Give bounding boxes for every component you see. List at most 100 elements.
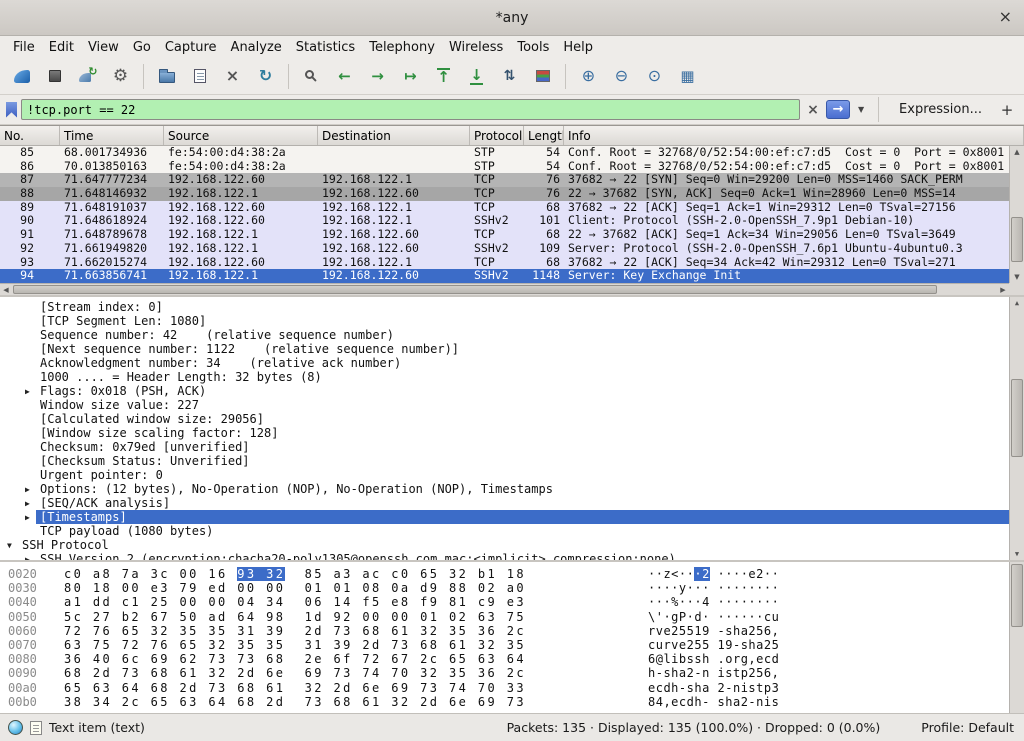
packet-row-94[interactable]: 9471.663856741192.168.122.1192.168.122.6… [0, 269, 1009, 283]
go-first-packet-button[interactable]: ↑ [428, 62, 459, 91]
menu-item-statistics[interactable]: Statistics [289, 38, 362, 57]
detail-line[interactable]: ▼SSH Protocol [0, 538, 1009, 552]
detail-line[interactable]: 1000 .... = Header Length: 32 bytes (8) [0, 370, 1009, 384]
detail-line[interactable]: [Stream index: 0] [0, 300, 1009, 314]
packet-row-93[interactable]: 9371.662015274192.168.122.60192.168.122.… [0, 256, 1009, 270]
menu-item-go[interactable]: Go [126, 38, 158, 57]
hex-line-0020[interactable]: 0020c0 a8 7a 3c 00 16 93 32 85 a3 ac c0 … [0, 567, 1009, 581]
auto-scroll-button[interactable]: ⇅ [494, 62, 525, 91]
restart-capture-button[interactable] [72, 62, 103, 91]
detail-line[interactable]: Urgent pointer: 0 [0, 468, 1009, 482]
display-filter-input[interactable]: !tcp.port == 22 [21, 99, 800, 120]
scroll-up-arrow-icon[interactable] [1010, 297, 1024, 309]
scroll-down-arrow-icon[interactable] [1010, 548, 1024, 560]
column-header-length[interactable]: Length [524, 126, 564, 145]
expander-closed-icon[interactable]: ▶ [25, 385, 30, 399]
column-header-source[interactable]: Source [164, 126, 318, 145]
detail-line[interactable]: Checksum: 0x79ed [unverified] [0, 440, 1009, 454]
menu-item-file[interactable]: File [6, 38, 42, 57]
packet-row-92[interactable]: 9271.661949820192.168.122.1192.168.122.6… [0, 242, 1009, 256]
clear-filter-button[interactable]: × [804, 101, 822, 119]
hex-line-00a0[interactable]: 00a065 63 64 68 2d 73 68 61 32 2d 6e 69 … [0, 681, 1009, 695]
packet-list-vscrollbar[interactable] [1009, 146, 1024, 283]
zoom-out-button[interactable]: ⊖ [606, 62, 637, 91]
column-header-no[interactable]: No. [0, 126, 60, 145]
hex-line-0090[interactable]: 009068 2d 73 68 61 32 2d 6e 69 73 74 70 … [0, 666, 1009, 680]
close-capture-file-button[interactable]: × [217, 62, 248, 91]
packet-row-91[interactable]: 9171.648789678192.168.122.1192.168.122.6… [0, 228, 1009, 242]
menu-item-capture[interactable]: Capture [158, 38, 224, 57]
detail-line[interactable]: [Window size scaling factor: 128] [0, 426, 1009, 440]
hex-line-0030[interactable]: 003080 18 00 e3 79 ed 00 00 01 01 08 0a … [0, 581, 1009, 595]
expression-button[interactable]: Expression... [889, 102, 992, 117]
detail-line[interactable]: [Checksum Status: Unverified] [0, 454, 1009, 468]
packet-row-89[interactable]: 8971.648191037192.168.122.60192.168.122.… [0, 201, 1009, 215]
capture-comment-icon[interactable] [30, 721, 42, 735]
start-capture-button[interactable] [6, 62, 37, 91]
apply-filter-button[interactable]: → [826, 100, 850, 119]
expander-open-icon[interactable]: ▼ [7, 539, 12, 553]
menu-item-edit[interactable]: Edit [42, 38, 81, 57]
detail-line[interactable]: ▶[Timestamps] [0, 510, 1009, 524]
packet-row-88[interactable]: 8871.648146932192.168.122.1192.168.122.6… [0, 187, 1009, 201]
hex-line-0070[interactable]: 007063 75 72 76 65 32 35 35 31 39 2d 73 … [0, 638, 1009, 652]
save-capture-file-button[interactable] [184, 62, 215, 91]
filter-bookmark-icon[interactable] [6, 102, 17, 118]
hscroll-thumb[interactable] [13, 285, 937, 294]
open-capture-file-button[interactable] [151, 62, 182, 91]
expander-closed-icon[interactable]: ▶ [25, 511, 30, 525]
packet-row-90[interactable]: 9071.648618924192.168.122.60192.168.122.… [0, 214, 1009, 228]
detail-line[interactable]: Sequence number: 42 (relative sequence n… [0, 328, 1009, 342]
find-packet-button[interactable] [296, 62, 327, 91]
zoom-original-button[interactable]: ⊙ [639, 62, 670, 91]
menu-item-analyze[interactable]: Analyze [224, 38, 289, 57]
expander-closed-icon[interactable]: ▶ [25, 553, 30, 560]
capture-options-button[interactable]: ⚙ [105, 62, 136, 91]
packet-list-hscrollbar[interactable] [0, 283, 1009, 295]
menu-item-telephony[interactable]: Telephony [362, 38, 442, 57]
detail-line[interactable]: TCP payload (1080 bytes) [0, 524, 1009, 538]
hex-line-0040[interactable]: 0040a1 dd c1 25 00 00 04 34 06 14 f5 e8 … [0, 595, 1009, 609]
hex-line-0060[interactable]: 006072 76 65 32 35 35 31 39 2d 73 68 61 … [0, 624, 1009, 638]
vscroll-thumb[interactable] [1011, 217, 1023, 262]
reload-capture-file-button[interactable]: ↻ [250, 62, 281, 91]
column-header-protocol[interactable]: Protocol [470, 126, 524, 145]
colorize-packets-button[interactable] [527, 62, 558, 91]
hex-line-0080[interactable]: 008036 40 6c 69 62 73 73 68 2e 6f 72 67 … [0, 652, 1009, 666]
close-window-button[interactable]: × [999, 8, 1012, 26]
details-vscroll-thumb[interactable] [1011, 379, 1023, 458]
hex-line-0050[interactable]: 00505c 27 b2 67 50 ad 64 98 1d 92 00 00 … [0, 610, 1009, 624]
scroll-down-arrow-icon[interactable] [1010, 271, 1024, 283]
detail-line[interactable]: [Calculated window size: 29056] [0, 412, 1009, 426]
filter-history-dropdown[interactable]: ▼ [854, 101, 868, 119]
zoom-in-button[interactable]: ⊕ [573, 62, 604, 91]
hex-line-00b0[interactable]: 00b038 34 2c 65 63 64 68 2d 73 68 61 32 … [0, 695, 1009, 709]
details-vscrollbar[interactable] [1009, 297, 1024, 560]
detail-line[interactable]: ▶[SEQ/ACK analysis] [0, 496, 1009, 510]
detail-line[interactable]: Window size value: 227 [0, 398, 1009, 412]
menu-item-wireless[interactable]: Wireless [442, 38, 510, 57]
detail-line[interactable]: ▶Flags: 0x018 (PSH, ACK) [0, 384, 1009, 398]
stop-capture-button[interactable] [39, 62, 70, 91]
expander-closed-icon[interactable]: ▶ [25, 483, 30, 497]
packet-row-86[interactable]: 8670.013850163fe:54:00:d4:38:2aSTP54Conf… [0, 160, 1009, 174]
column-header-destination[interactable]: Destination [318, 126, 470, 145]
menu-item-tools[interactable]: Tools [510, 38, 556, 57]
scroll-left-arrow-icon[interactable] [0, 284, 12, 295]
go-forward-button[interactable]: → [362, 62, 393, 91]
expander-closed-icon[interactable]: ▶ [25, 497, 30, 511]
menu-item-help[interactable]: Help [556, 38, 600, 57]
detail-line[interactable]: [TCP Segment Len: 1080] [0, 314, 1009, 328]
go-last-packet-button[interactable]: ↓ [461, 62, 492, 91]
hex-vscrollbar[interactable] [1009, 562, 1024, 713]
column-header-info[interactable]: Info [564, 126, 1024, 145]
menu-item-view[interactable]: View [81, 38, 126, 57]
packet-row-85[interactable]: 8568.001734936fe:54:00:d4:38:2aSTP54Conf… [0, 146, 1009, 160]
hex-vscroll-thumb[interactable] [1011, 564, 1023, 627]
column-header-time[interactable]: Time [60, 126, 164, 145]
expert-info-icon[interactable] [8, 720, 23, 735]
detail-line[interactable]: ▶SSH Version 2 (encryption:chacha20-poly… [0, 552, 1009, 560]
go-back-button[interactable]: ← [329, 62, 360, 91]
packet-row-87[interactable]: 8771.647777234192.168.122.60192.168.122.… [0, 173, 1009, 187]
scroll-right-arrow-icon[interactable] [997, 284, 1009, 295]
